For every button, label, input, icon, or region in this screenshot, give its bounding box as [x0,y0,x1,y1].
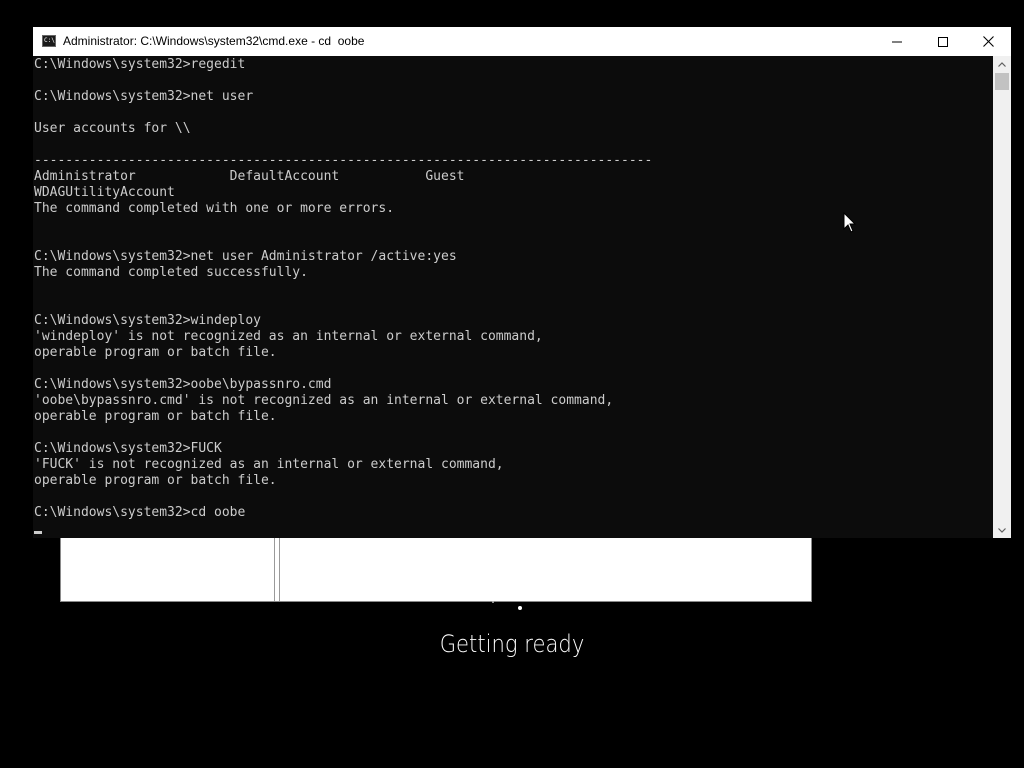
console-line: operable program or batch file. [34,473,277,488]
maximize-icon [938,36,948,47]
console-line: C:\Windows\system32>cd oobe [34,505,246,520]
window-title: Administrator: C:\Windows\system32\cmd.e… [63,34,365,48]
console-line: operable program or batch file. [34,409,277,424]
scroll-down-button[interactable] [993,522,1011,538]
close-button[interactable] [965,27,1011,56]
console-line: C:\Windows\system32>regedit [34,57,246,72]
desktop-screen: Getting ready C:\ Administrator: C:\Wind… [0,0,1024,768]
console-lines: C:\Windows\system32>regedit C:\Windows\sy… [34,57,652,521]
cmd-window[interactable]: C:\ Administrator: C:\Windows\system32\c… [33,27,1011,538]
oobe-panel-left-pane [61,537,275,601]
console-line: The command completed successfully. [34,265,308,280]
scroll-down-arrow-icon [998,527,1006,533]
console-line: 'windeploy' is not recognized as an inte… [34,329,543,344]
console-line: C:\Windows\system32>FUCK [34,441,222,456]
console-line: C:\Windows\system32>net user [34,89,254,104]
console-line: Administrator DefaultAccount Guest [34,169,465,184]
oobe-progress-dot [492,601,494,603]
console-line: 'FUCK' is not recognized as an internal … [34,457,504,472]
console-line: operable program or batch file. [34,345,277,360]
cmd-icon-glyph: C:\ [44,37,55,44]
console-line: C:\Windows\system32>oobe\bypassnro.cmd [34,377,332,392]
console-output-area[interactable]: C:\Windows\system32>regedit C:\Windows\sy… [33,56,993,538]
minimize-icon [892,41,902,42]
scroll-up-arrow-icon [998,61,1006,67]
console-line: C:\Windows\system32>windeploy [34,313,261,328]
oobe-progress-dot [518,606,522,610]
minimize-button[interactable] [874,27,920,56]
vertical-scrollbar[interactable] [993,56,1011,538]
console-line: ----------------------------------------… [34,153,653,168]
mouse-pointer-icon [843,212,857,233]
maximize-button[interactable] [920,27,966,56]
oobe-background-window [60,536,812,602]
console-line: C:\Windows\system32>net user Administrat… [34,249,457,264]
oobe-panel-divider [279,537,280,601]
text-cursor [34,531,42,534]
console-line: WDAGUtilityAccount [34,185,175,200]
scroll-up-button[interactable] [993,56,1011,72]
cmd-titlebar[interactable]: C:\ Administrator: C:\Windows\system32\c… [33,27,1011,56]
cmd-icon[interactable]: C:\ [42,35,56,47]
close-icon [982,36,994,47]
console-line: 'oobe\bypassnro.cmd' is not recognized a… [34,393,614,408]
console-line: The command completed with one or more e… [34,201,395,216]
console-line: User accounts for \\ [34,121,191,136]
scrollbar-thumb[interactable] [995,73,1009,90]
oobe-status-text: Getting ready [439,630,585,658]
